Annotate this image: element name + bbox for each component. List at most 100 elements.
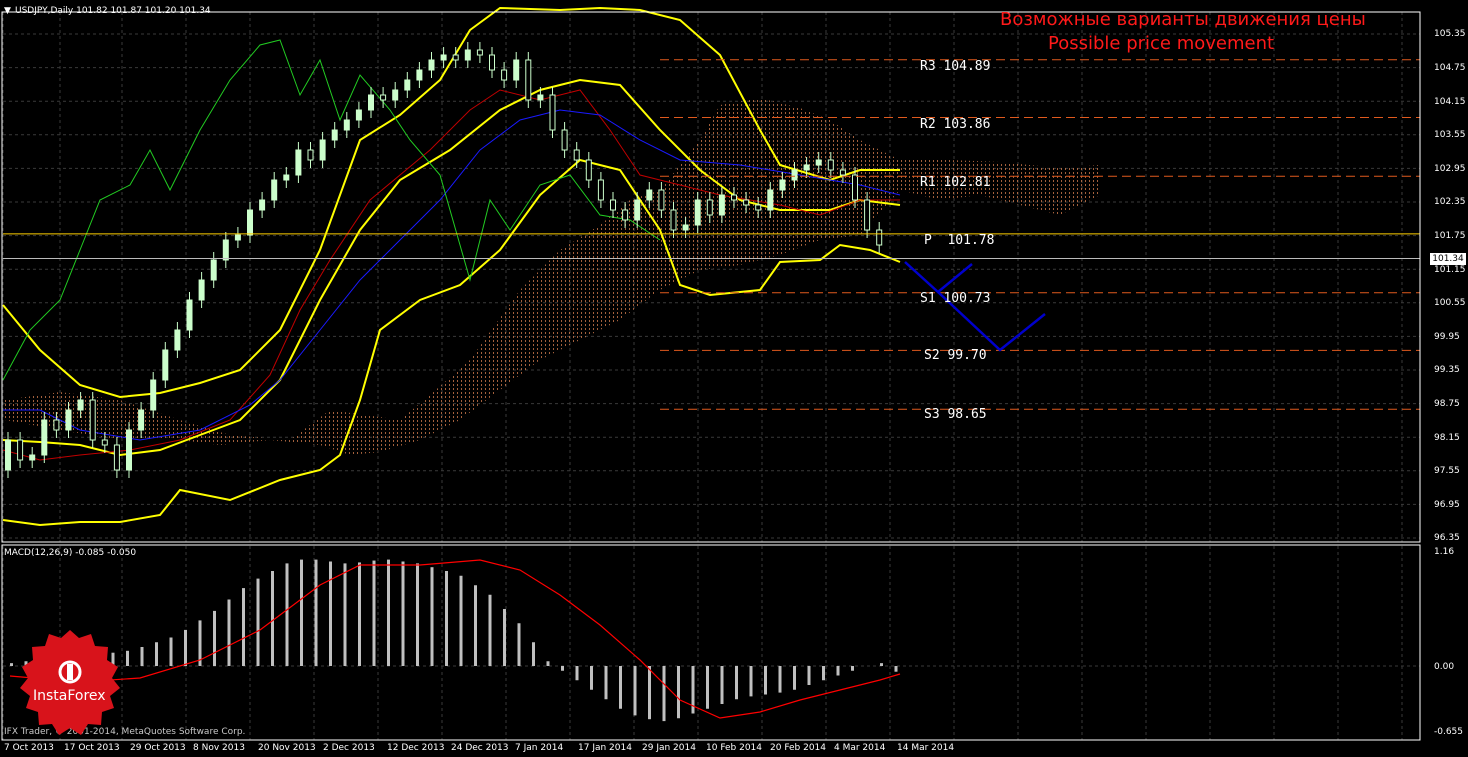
date-tick: 12 Dec 2013 <box>387 743 445 753</box>
macd-bar <box>894 666 898 672</box>
candle-body <box>476 49 483 56</box>
candle-body <box>489 54 495 71</box>
forecast-branch-1 <box>904 261 973 294</box>
candle-body <box>404 79 411 91</box>
candle-body <box>17 439 24 461</box>
date-tick: 29 Oct 2013 <box>130 743 186 753</box>
macd-bar <box>662 666 666 722</box>
macd-bar <box>793 666 796 690</box>
candle-body <box>646 189 653 201</box>
candle-body <box>876 229 883 246</box>
symbol-info: USDJPY,Daily 101.82 101.87 101.20 101.34 <box>15 6 211 16</box>
candle-body <box>222 239 229 261</box>
level-label-r3: R3 104.89 <box>920 59 991 74</box>
macd-bar <box>807 666 811 685</box>
macd-bar <box>256 578 260 666</box>
candle-body <box>41 419 48 456</box>
candle-body <box>561 129 568 151</box>
level-label-s1: S1 100.73 <box>920 291 991 306</box>
candle-body <box>827 159 834 171</box>
price-tick: 99.95 <box>1434 332 1460 342</box>
macd-bar <box>822 666 825 681</box>
macd-bar <box>532 642 535 666</box>
macd-bar <box>488 594 492 666</box>
macd-label: MACD(12,26,9) -0.085 -0.050 <box>4 548 137 558</box>
macd-bar <box>735 666 738 700</box>
macd-bar <box>300 559 303 666</box>
macd-tick: 0.00 <box>1434 662 1455 672</box>
macd-bar <box>749 666 753 697</box>
macd-bar <box>10 663 13 666</box>
candle-body <box>658 189 665 211</box>
cloud-area <box>5 98 1100 455</box>
candle-body <box>755 204 762 211</box>
macd-bar <box>213 610 216 666</box>
macd-bar <box>126 650 129 666</box>
macd-bar <box>706 666 709 709</box>
candle-body <box>271 179 278 201</box>
triangle-down-icon[interactable]: ▼ <box>4 6 11 16</box>
macd-bar <box>184 629 187 666</box>
candle-body <box>718 194 725 216</box>
candle-body <box>767 189 774 211</box>
macd-bar <box>271 571 274 666</box>
candle-body <box>501 69 508 81</box>
date-tick: 24 Dec 2013 <box>451 743 509 753</box>
price-tick: 99.35 <box>1434 365 1460 375</box>
macd-bar <box>169 637 173 666</box>
level-label-r2: R2 103.86 <box>920 117 991 132</box>
candle-body <box>126 429 132 471</box>
price-chart[interactable] <box>0 0 1468 757</box>
macd-bar <box>720 666 724 704</box>
macd-bar <box>314 559 318 666</box>
candle-body <box>779 179 786 191</box>
price-tick: 104.15 <box>1434 97 1466 107</box>
date-tick: 17 Oct 2013 <box>64 743 120 753</box>
level-label-r1: R1 102.81 <box>920 175 991 190</box>
candle-body <box>162 349 169 381</box>
macd-bar <box>474 585 477 666</box>
candle-body <box>101 439 108 446</box>
candle-body <box>150 379 157 411</box>
candle-body <box>343 119 350 131</box>
macd-bar <box>590 666 593 690</box>
macd-bar <box>227 599 231 666</box>
price-tick: 102.95 <box>1434 164 1466 174</box>
candle-body <box>247 209 253 236</box>
price-tick: 101.75 <box>1434 231 1466 241</box>
macd-bar <box>459 575 463 666</box>
macd-tick: 1.16 <box>1434 547 1455 557</box>
macd-histogram <box>9 559 901 722</box>
forecast-title-ru: Возможные варианты движения цены <box>1000 9 1366 30</box>
price-tick: 100.55 <box>1434 298 1466 308</box>
macd-bar <box>285 563 289 666</box>
macd-bar <box>546 661 550 666</box>
candle-body <box>743 199 750 206</box>
candle-body <box>670 209 677 231</box>
macd-bar <box>401 561 405 666</box>
candle-body <box>29 454 36 461</box>
candle-body <box>198 279 205 301</box>
candle-body <box>597 179 604 201</box>
candle-body <box>839 169 846 176</box>
macd-bar <box>851 666 854 671</box>
macd-bar <box>372 560 376 666</box>
candle-body <box>380 94 387 101</box>
date-tick: 8 Nov 2013 <box>193 743 245 753</box>
candle-body <box>803 164 810 171</box>
price-tick: 101.15 <box>1434 265 1466 275</box>
macd-bar <box>329 561 332 666</box>
macd-bar <box>430 567 434 666</box>
candle-body <box>210 259 217 281</box>
price-tick: 98.15 <box>1434 433 1460 443</box>
candle-body <box>428 59 435 71</box>
candle-body <box>573 149 580 161</box>
macd-bar <box>561 666 564 671</box>
ichimoku-cloud <box>5 98 1100 455</box>
macd-bar <box>358 562 361 666</box>
macd-bar <box>619 666 622 709</box>
forecast-title-en: Possible price movement <box>1048 33 1275 54</box>
macd-bar <box>416 563 419 666</box>
date-tick: 2 Dec 2013 <box>323 743 375 753</box>
current-price-tag: 101.34 <box>1430 253 1466 265</box>
